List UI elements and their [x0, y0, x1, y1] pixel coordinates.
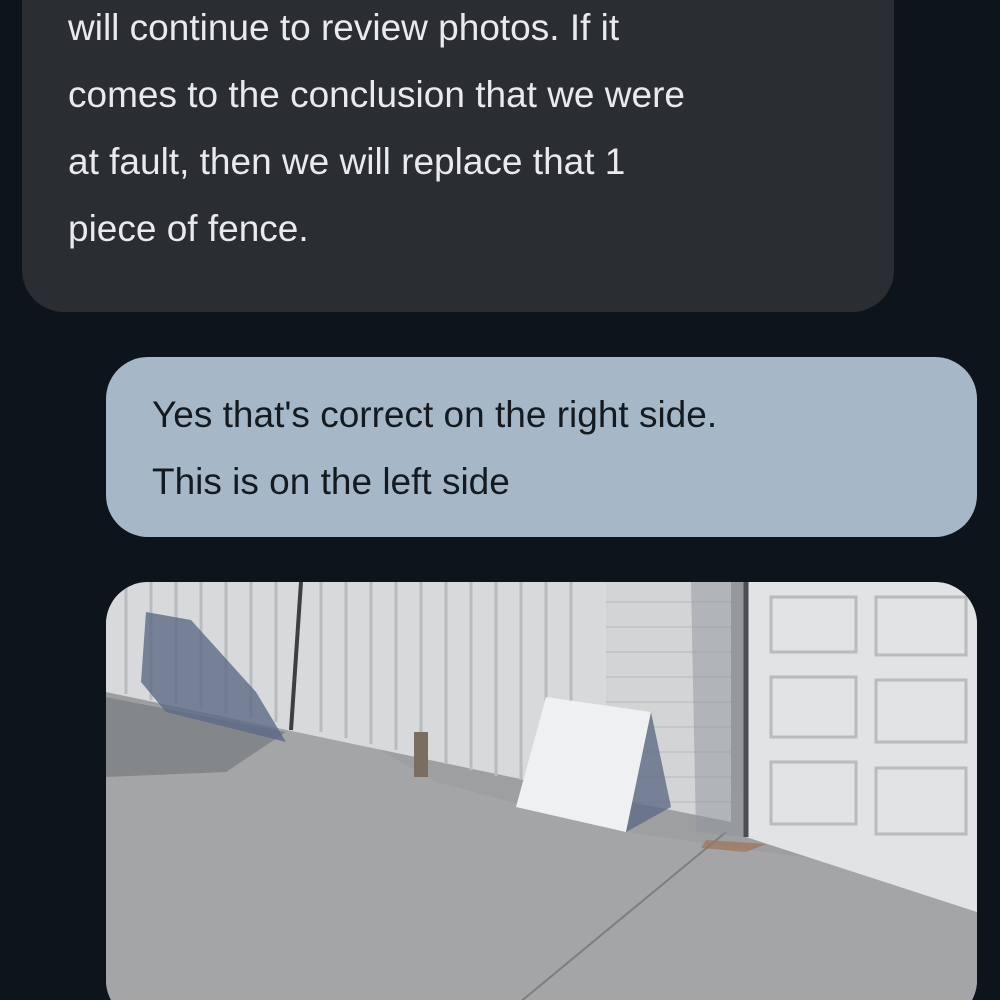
- outgoing-message-bubble[interactable]: Yes that's correct on the right side. Th…: [106, 357, 977, 537]
- incoming-message-bubble[interactable]: will continue to review photos. If it co…: [22, 0, 894, 312]
- message-line: will continue to review photos. If it: [68, 7, 620, 48]
- conversation-screen: will continue to review photos. If it co…: [0, 0, 1000, 1000]
- message-line: This is on the left side: [152, 461, 510, 502]
- photo-attachment[interactable]: [106, 582, 977, 1000]
- message-line: Yes that's correct on the right side.: [152, 394, 718, 435]
- fence-photo-image: [106, 582, 977, 1000]
- message-line: piece of fence.: [68, 208, 309, 249]
- message-line: comes to the conclusion that we were: [68, 74, 685, 115]
- message-line: at fault, then we will replace that 1: [68, 141, 626, 182]
